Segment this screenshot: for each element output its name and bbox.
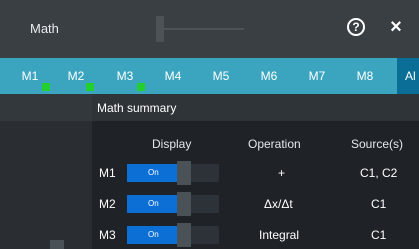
tab-label: M2 — [67, 69, 85, 83]
math-summary-panel: Math summary Display Operation Source(s)… — [92, 94, 419, 249]
tab-label: M5 — [212, 69, 230, 83]
tab-all[interactable]: Al — [397, 58, 419, 94]
row-label-m1: M1 — [99, 166, 116, 180]
sources-m1: C1, C2 — [360, 166, 398, 180]
toggle-state: On — [127, 164, 177, 182]
math-tab-bar: M1 M2 M3 M4 M5 M6 M7 M8 Al — [0, 58, 419, 94]
tab-m8[interactable]: M8 — [342, 58, 388, 94]
tab-m1-active-marker — [42, 83, 50, 91]
toggle-knob — [177, 161, 191, 185]
transparency-slider-track[interactable] — [160, 28, 244, 30]
operation-m1: + — [278, 166, 286, 180]
left-panel-header — [0, 94, 92, 121]
tab-m7[interactable]: M7 — [294, 58, 340, 94]
summary-title: Math summary — [97, 101, 177, 115]
display-toggle-m2[interactable]: On — [127, 192, 219, 216]
tab-m5[interactable]: M5 — [198, 58, 244, 94]
help-icon[interactable]: ? — [347, 18, 365, 36]
tab-label: M8 — [356, 69, 374, 83]
close-icon[interactable]: × — [386, 17, 406, 37]
dialog-title: Math — [30, 21, 59, 36]
sources-m2: C1 — [371, 197, 387, 211]
transparency-slider-handle[interactable] — [156, 16, 164, 42]
toggle-state: On — [127, 226, 177, 244]
display-toggle-m1[interactable]: On — [127, 161, 219, 185]
dialog-titlebar: Math ? × — [0, 0, 419, 58]
tab-label: M7 — [308, 69, 326, 83]
row-label-m3: M3 — [99, 228, 116, 242]
toggle-knob — [177, 192, 191, 216]
tab-label: M4 — [164, 69, 182, 83]
tab-label: M6 — [260, 69, 278, 83]
tab-m6[interactable]: M6 — [246, 58, 292, 94]
column-header-sources: Source(s) — [351, 137, 404, 151]
column-header-display: Display — [152, 137, 192, 151]
column-header-operation: Operation — [248, 137, 301, 151]
summary-header: Math summary — [92, 94, 419, 121]
row-label-m2: M2 — [99, 197, 116, 211]
operation-m3: Integral — [259, 228, 300, 242]
toggle-knob — [177, 223, 191, 247]
display-toggle-m3[interactable]: On — [127, 223, 219, 247]
next-row-toggle-knob — [50, 240, 64, 249]
operation-m2: Δx/Δt — [264, 197, 293, 211]
tab-m3-active-marker — [137, 83, 145, 91]
sources-m3: C1 — [371, 228, 387, 242]
tab-m2-active-marker — [86, 83, 94, 91]
tab-m4[interactable]: M4 — [150, 58, 196, 94]
tab-label: Al — [405, 69, 416, 83]
tab-label: M3 — [116, 69, 134, 83]
tab-label: M1 — [21, 69, 39, 83]
toggle-state: On — [127, 195, 177, 213]
